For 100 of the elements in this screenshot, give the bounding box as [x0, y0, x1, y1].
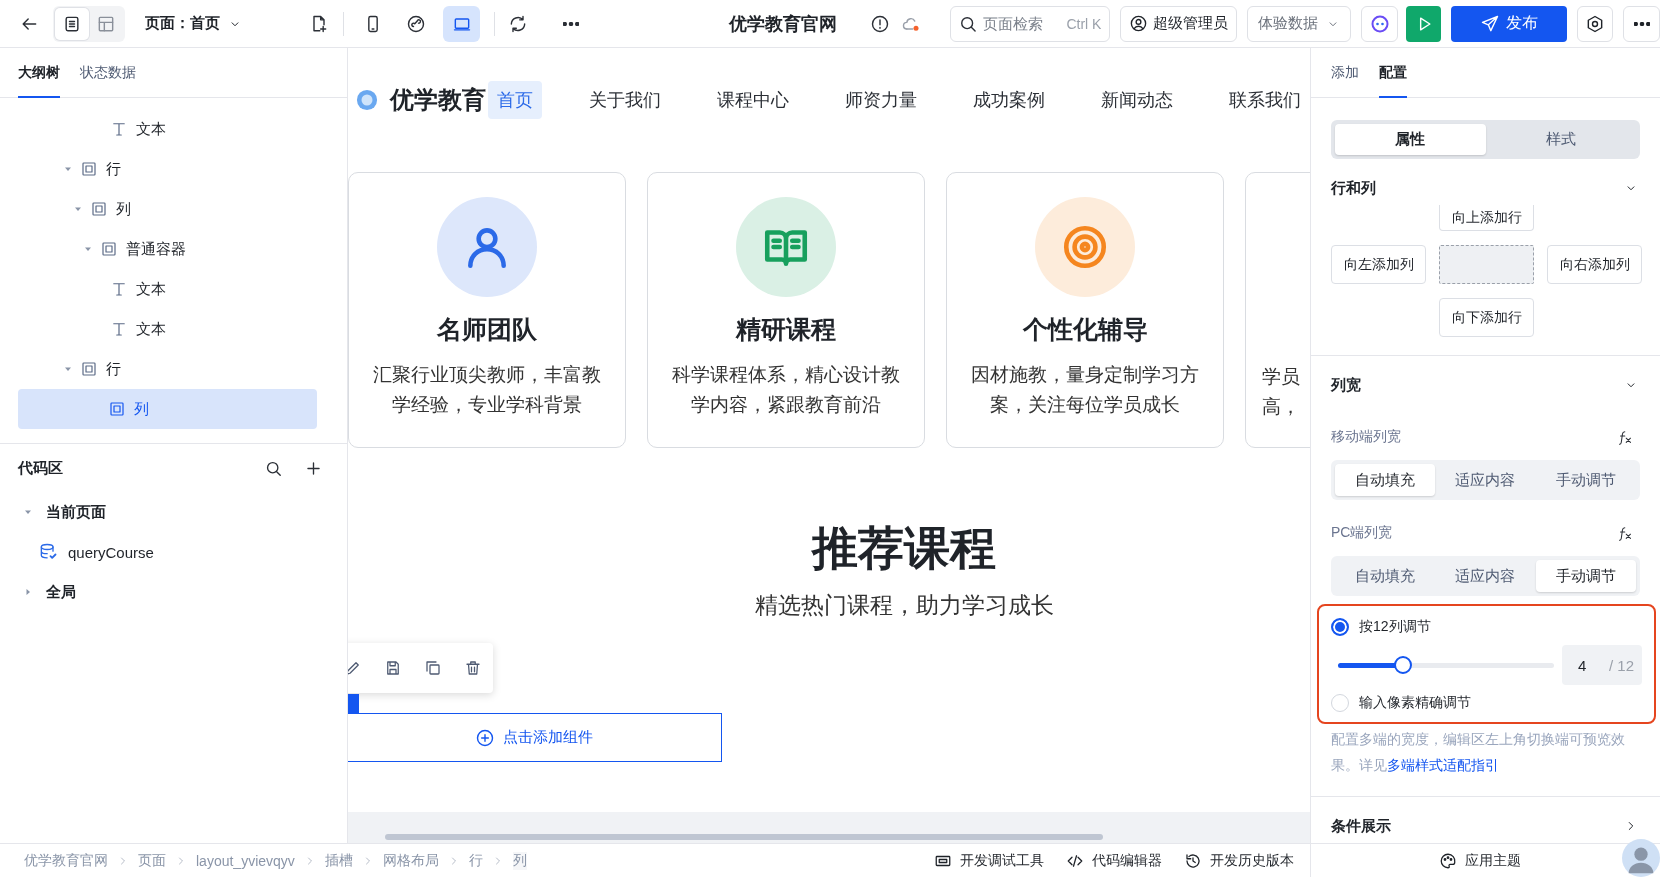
view-toggle-button[interactable] — [54, 7, 89, 40]
theme-button[interactable]: 应用主题 — [1439, 851, 1521, 870]
section-subtitle: 精选热门课程，助力学习成长 — [753, 591, 1055, 620]
section-title: 推荐课程 — [810, 521, 997, 576]
assistant-button[interactable] — [1361, 5, 1399, 42]
panel-tab[interactable]: 大纲树 — [18, 48, 60, 98]
radio-button[interactable] — [1331, 618, 1349, 636]
card-text: 汇聚行业顶尖教师，丰富教 — [373, 363, 601, 387]
help-text: 配置多端的宽度，编辑区左上角切换端可预览效果。详见多端样式适配指引 — [1330, 730, 1626, 775]
selection-handle[interactable] — [348, 694, 359, 713]
tree-label: 列 — [134, 399, 149, 419]
segment-option[interactable]: 适应内容 — [1435, 560, 1536, 592]
toolbar-button[interactable]: 代码编辑器 — [1066, 851, 1162, 870]
panel-tab[interactable]: 状态数据 — [80, 48, 136, 98]
tree-item[interactable]: 普通容器 — [0, 229, 317, 269]
segment-option[interactable]: 手动调节 — [1535, 464, 1636, 496]
add-row-below-button[interactable]: 向下添加行 — [1439, 298, 1534, 337]
nav-link[interactable]: 课程中心 — [708, 81, 798, 119]
query-label: queryCourse — [68, 543, 154, 561]
unit-label: / 12 — [1608, 656, 1634, 674]
tree-label: 行 — [106, 159, 121, 179]
trash-icon — [464, 659, 482, 677]
panel-tab[interactable]: 添加 — [1331, 48, 1359, 98]
code-group[interactable]: 当前页面 — [18, 492, 329, 532]
database-icon — [38, 542, 58, 562]
page-selector[interactable]: 页面：首页 — [144, 7, 242, 40]
nav-link[interactable]: 联系我们 — [1220, 81, 1310, 119]
tree-item[interactable]: 文本 — [0, 309, 317, 349]
text-icon — [110, 280, 128, 298]
nav-link[interactable]: 成功案例 — [964, 81, 1054, 119]
user-icon — [1129, 14, 1149, 33]
section-title: 行和列 — [1331, 178, 1376, 198]
scrollbar[interactable] — [385, 834, 1103, 840]
function-icon — [1617, 524, 1634, 542]
panel-tab[interactable]: 配置 — [1379, 48, 1407, 98]
link[interactable]: 多端样式适配指引 — [1387, 757, 1499, 773]
query-item[interactable]: queryCourse — [18, 532, 329, 572]
history-icon — [1184, 851, 1202, 870]
nav-link[interactable]: 新闻动态 — [1092, 81, 1182, 119]
card-title: 精研课程 — [736, 314, 836, 345]
send-icon — [1479, 13, 1500, 34]
preview-button[interactable] — [1406, 5, 1441, 42]
segment-option[interactable]: 自动填充 — [1335, 560, 1436, 592]
user-button[interactable]: 超级管理员 — [1120, 5, 1238, 42]
card-text: 科学课程体系，精心设计教 — [672, 363, 900, 387]
page-title: 优学教育官网 — [728, 12, 837, 36]
palette-icon — [1439, 851, 1457, 870]
code-group[interactable]: 全局 — [18, 572, 329, 612]
section-title: 代码区 — [18, 458, 64, 478]
tree-item[interactable]: 文本 — [0, 269, 317, 309]
segment-option[interactable]: 自动填充 — [1335, 464, 1436, 496]
tree-item[interactable]: 行 — [0, 349, 317, 389]
add-column-right-button[interactable]: 向右添加列 — [1547, 245, 1642, 284]
copy-icon — [424, 659, 442, 677]
group-label: 当前页面 — [46, 502, 106, 522]
segment-option[interactable]: 适应内容 — [1435, 464, 1536, 496]
segment-option[interactable]: 属性 — [1335, 124, 1486, 155]
toolbar-button[interactable]: 开发历史版本 — [1184, 851, 1294, 870]
plus-circle-icon — [475, 727, 495, 748]
add-column-left-button[interactable]: 向左添加列 — [1331, 245, 1426, 284]
card-text: 学内容，紧跟教育前沿 — [690, 393, 882, 417]
add-row-above-button[interactable]: 向上添加行 — [1439, 205, 1534, 231]
number-field[interactable]: 4 / 12 — [1562, 645, 1642, 685]
more-button[interactable] — [1623, 5, 1660, 42]
data-mode-dropdown[interactable]: 体验数据 — [1247, 5, 1352, 42]
tree-item[interactable]: 行 — [0, 149, 317, 189]
tree-item[interactable]: 文本 — [0, 109, 317, 149]
tree-item[interactable]: 列 — [0, 189, 317, 229]
text-icon — [110, 320, 128, 338]
segment-option[interactable]: 样式 — [1485, 124, 1636, 155]
publish-button[interactable]: 发布 — [1450, 5, 1567, 42]
card-title: 个性化辅导 — [1022, 314, 1148, 345]
text-icon — [110, 120, 128, 138]
settings-button[interactable] — [1576, 5, 1614, 42]
avatar[interactable] — [1622, 839, 1660, 877]
radio-label: 按12列调节 — [1359, 618, 1431, 636]
card-text: 高， — [1262, 395, 1300, 419]
slider-thumb[interactable] — [1393, 656, 1412, 674]
section-title: 条件展示 — [1331, 816, 1391, 836]
tree-label: 文本 — [136, 279, 166, 299]
container-icon — [100, 240, 118, 258]
nav-link[interactable]: 首页 — [488, 81, 542, 119]
more-icon — [1633, 21, 1650, 26]
card-text: 案，关注每位学员成长 — [989, 393, 1181, 417]
toolbar-button[interactable]: 开发调试工具 — [934, 851, 1044, 870]
tree-label: 文本 — [136, 319, 166, 339]
nav-link[interactable]: 师资力量 — [836, 81, 926, 119]
container-icon — [90, 200, 108, 218]
segment-option[interactable]: 手动调节 — [1535, 560, 1636, 592]
logo-icon — [356, 89, 378, 111]
section-title: 列宽 — [1331, 375, 1361, 395]
function-icon — [1617, 428, 1634, 446]
container-icon — [108, 400, 126, 418]
device-button[interactable] — [443, 5, 481, 42]
nav-link[interactable]: 关于我们 — [580, 81, 670, 119]
add-component-button[interactable]: 点击添加组件 — [348, 713, 722, 762]
tree-item[interactable]: 列 — [18, 389, 317, 429]
robot-icon — [1369, 13, 1390, 34]
card-title: 名师团队 — [437, 314, 537, 345]
tree-label: 普通容器 — [126, 239, 186, 259]
